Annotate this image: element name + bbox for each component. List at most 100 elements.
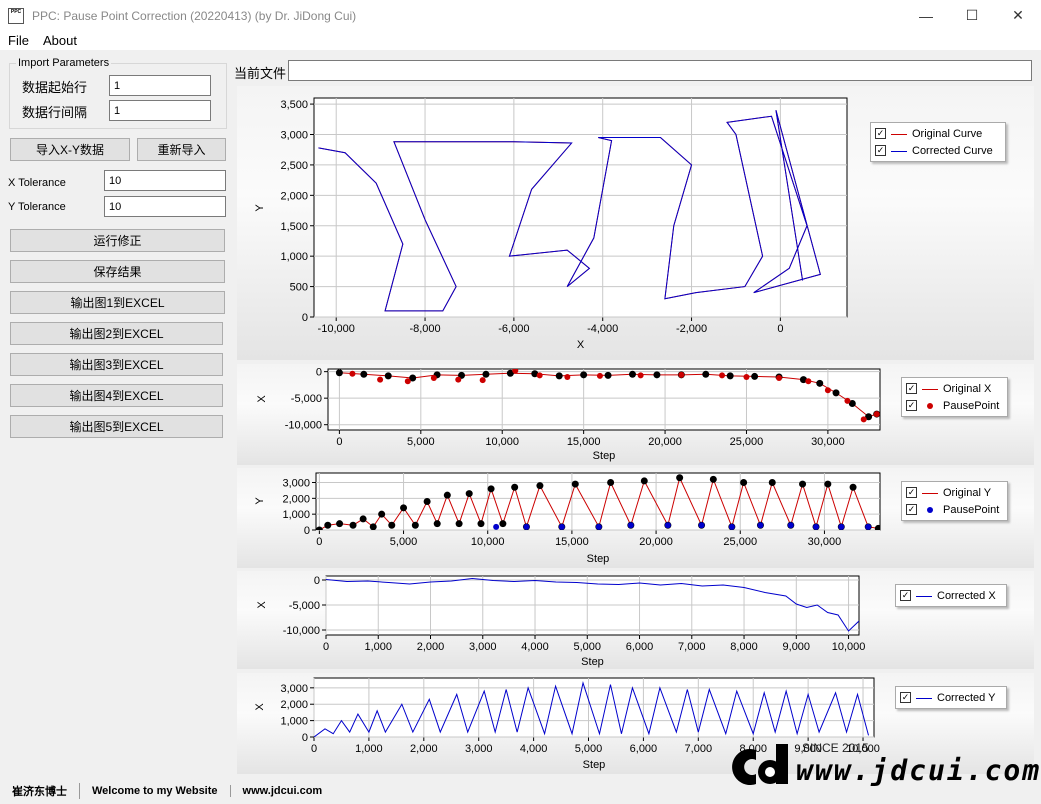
data-point	[653, 371, 661, 379]
data-point	[335, 369, 343, 377]
x-tick-label: 25,000	[730, 436, 764, 448]
chart1-legend: ✓ Original Curve ✓ Corrected Curve	[870, 122, 1006, 162]
y-tick-label: 2,000	[282, 493, 310, 505]
pause-point	[805, 378, 812, 385]
x-tick-label: 30,000	[808, 536, 842, 548]
x-tick-label: 4,000	[520, 743, 548, 755]
export-chart3-button[interactable]: 输出图3到EXCEL	[10, 353, 223, 376]
data-point	[607, 479, 615, 486]
y-tick-label: 2,000	[280, 699, 308, 711]
data-point	[849, 483, 857, 491]
data-point	[816, 379, 824, 387]
data-point	[676, 474, 684, 482]
checkbox-icon[interactable]: ✓	[900, 590, 911, 601]
legend-corrected-curve[interactable]: ✓ Corrected Curve	[875, 142, 1001, 159]
watermark-text: www.jdcui.com	[796, 754, 1041, 787]
interval-input[interactable]	[109, 100, 211, 121]
menu-file[interactable]: File	[8, 33, 29, 48]
y-tick-label: 2,500	[280, 160, 308, 172]
menu-about[interactable]: About	[43, 33, 77, 48]
x-tick-label: 1,000	[364, 641, 392, 653]
x-tick-label: 8,000	[730, 641, 758, 653]
legend-corrected-y[interactable]: ✓ Corrected Y	[900, 689, 1002, 706]
export-chart5-button[interactable]: 输出图5到EXCEL	[10, 415, 223, 438]
start-row-input[interactable]	[109, 75, 211, 96]
y-axis-label: Y	[254, 204, 266, 212]
x-axis-label: X	[577, 339, 585, 351]
x-tick-label: 6,000	[630, 743, 658, 755]
maximize-button[interactable]: ☐	[949, 0, 995, 31]
data-point	[555, 372, 563, 380]
chart2-legend: ✓ Original X ✓ PausePoint	[901, 377, 1008, 417]
pause-point	[564, 373, 571, 380]
data-point	[411, 521, 419, 529]
legend-original-curve[interactable]: ✓ Original Curve	[875, 125, 1001, 142]
export-chart1-button[interactable]: 输出图1到EXCEL	[10, 291, 225, 314]
legend-original-y[interactable]: ✓ Original Y	[906, 484, 1003, 501]
save-results-button[interactable]: 保存结果	[10, 260, 225, 283]
data-point	[580, 371, 588, 379]
x-tick-label: 10,000	[471, 536, 505, 548]
current-file-input[interactable]	[288, 60, 1032, 81]
y-tolerance-label: Y Tolerance	[8, 201, 66, 213]
checkbox-icon[interactable]: ✓	[906, 400, 917, 411]
x-tick-label: 1,000	[355, 743, 383, 755]
x-tick-label: -2,000	[676, 323, 707, 335]
legend-corrected-x[interactable]: ✓ Corrected X	[900, 587, 1002, 604]
checkbox-icon[interactable]: ✓	[906, 383, 917, 394]
pause-point	[728, 523, 735, 530]
pause-point	[349, 370, 356, 377]
run-correction-button[interactable]: 运行修正	[10, 229, 225, 252]
import-xy-button[interactable]: 导入X-Y数据	[10, 138, 130, 161]
data-point	[465, 490, 473, 498]
data-point	[824, 480, 832, 488]
x-tick-label: -8,000	[409, 323, 440, 335]
y-tick-label: 1,000	[282, 509, 310, 521]
x-tick-label: 30,000	[811, 436, 845, 448]
x-tick-label: 9,000	[783, 641, 811, 653]
interval-label: 数据行间隔	[22, 105, 88, 120]
x-tick-label: 2,000	[417, 641, 445, 653]
plot-area	[315, 472, 881, 531]
pause-point	[512, 369, 519, 374]
status-welcome[interactable]: Welcome to my Website	[80, 784, 231, 797]
x-axis-label: Step	[583, 759, 606, 771]
x-tick-label: -10,000	[318, 323, 355, 335]
export-chart2-button[interactable]: 输出图2到EXCEL	[10, 322, 223, 345]
reimport-button[interactable]: 重新导入	[137, 138, 226, 161]
legend-label: Original Y	[943, 486, 992, 499]
checkbox-icon[interactable]: ✓	[900, 692, 911, 703]
pause-point	[757, 522, 764, 529]
pause-point	[698, 522, 705, 529]
x-tick-label: 10,000	[485, 436, 519, 448]
minimize-button[interactable]: —	[903, 0, 949, 31]
data-point	[477, 520, 485, 528]
y-tolerance-input[interactable]	[104, 196, 226, 217]
y-axis-label: Y	[254, 497, 266, 505]
data-point	[423, 498, 431, 505]
checkbox-icon[interactable]: ✓	[875, 145, 886, 156]
checkbox-icon[interactable]: ✓	[906, 504, 917, 515]
pause-point	[430, 375, 437, 382]
legend-label: Corrected X	[937, 589, 996, 602]
checkbox-icon[interactable]: ✓	[875, 128, 886, 139]
menu-bar: File About	[0, 31, 1041, 50]
export-chart4-button[interactable]: 输出图4到EXCEL	[10, 384, 223, 407]
checkbox-icon[interactable]: ✓	[906, 487, 917, 498]
legend-pausepoint[interactable]: ✓ PausePoint	[906, 397, 1003, 414]
x-axis-label: Step	[581, 656, 604, 668]
x-tolerance-input[interactable]	[104, 170, 226, 191]
y-tick-label: 0	[302, 732, 308, 744]
legend-pausepoint[interactable]: ✓ PausePoint	[906, 501, 1003, 518]
pause-point	[824, 387, 831, 394]
data-point	[751, 372, 759, 380]
close-button[interactable]: ✕	[995, 0, 1041, 31]
legend-original-x[interactable]: ✓ Original X	[906, 380, 1003, 397]
y-tick-label: 3,000	[282, 478, 310, 490]
pause-point	[377, 376, 384, 383]
data-point	[359, 515, 367, 523]
pause-point	[838, 523, 845, 530]
data-point	[360, 370, 368, 378]
data-point	[799, 480, 807, 488]
status-site[interactable]: www.jdcui.com	[231, 785, 335, 797]
